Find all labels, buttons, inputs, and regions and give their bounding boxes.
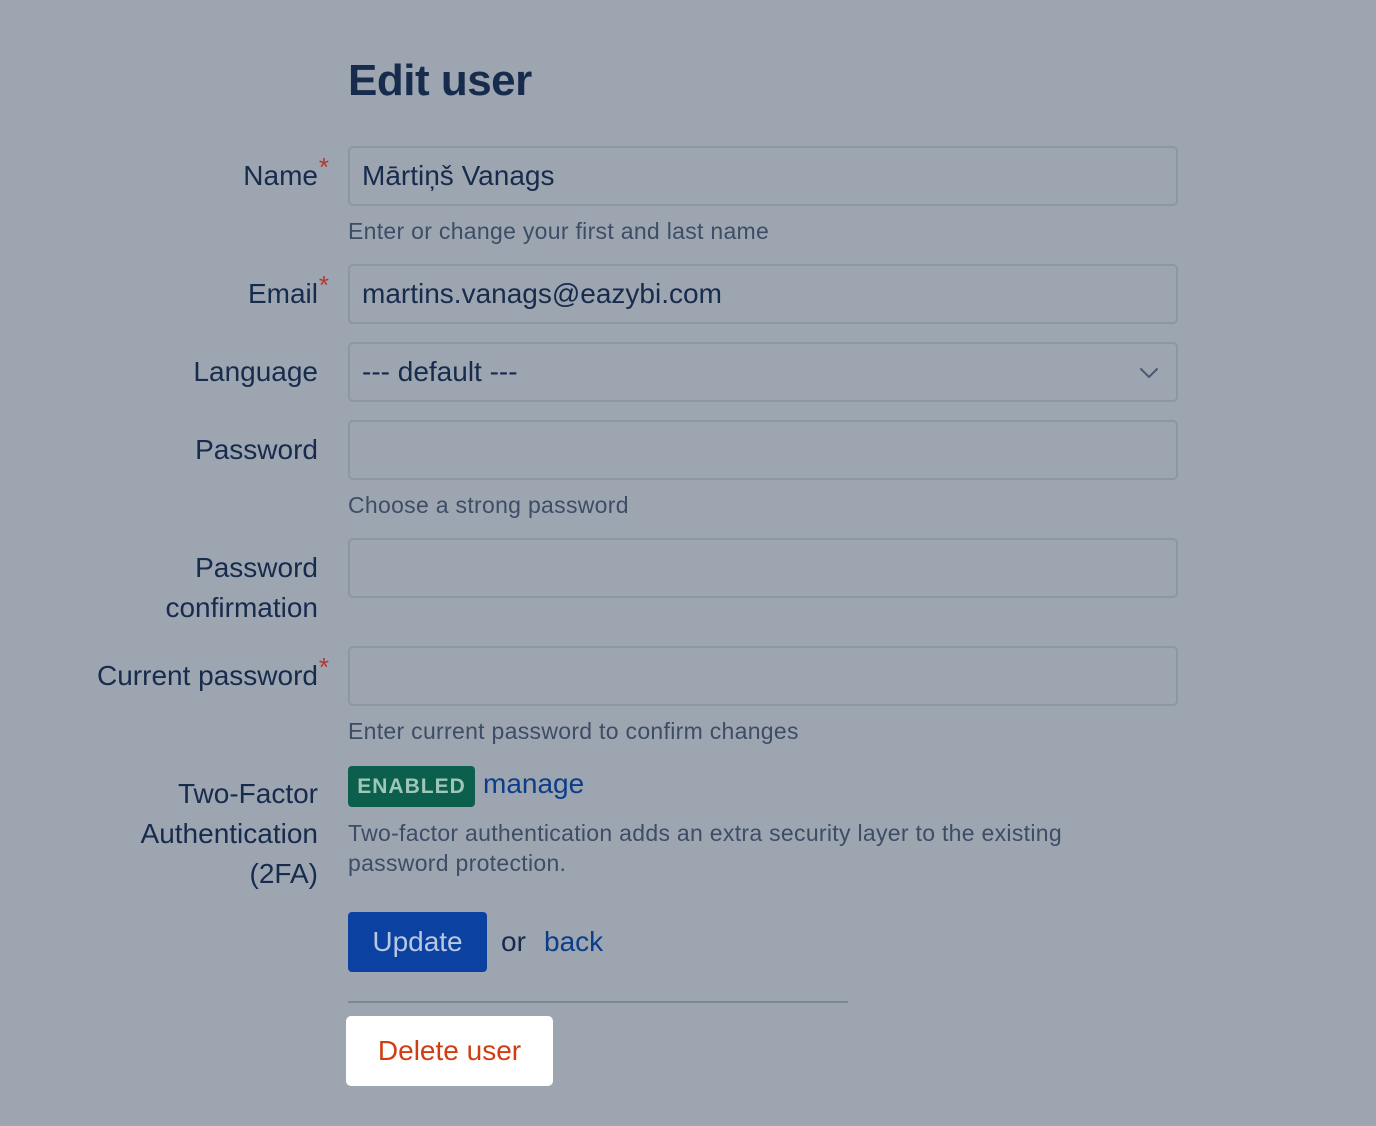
password-input[interactable] [348,420,1178,480]
language-label: Language [193,356,318,387]
back-link[interactable]: back [544,922,603,962]
two-factor-help-text: Two-factor authentication adds an extra … [348,818,1062,878]
two-factor-label-line1: Two-Factor [177,778,318,809]
two-factor-status-badge: ENABLED [348,766,475,807]
or-text: or [501,926,526,957]
two-factor-label-line3: (2FA) [249,858,318,889]
name-help-text: Enter or change your first and last name [348,218,770,244]
delete-user-button[interactable]: Delete user [346,1016,553,1086]
current-password-input[interactable] [348,646,1178,706]
password-confirmation-label: Password confirmation [165,548,318,628]
update-button[interactable]: Update [348,912,487,972]
chevron-down-icon [1140,368,1158,378]
password-confirmation-label-line1: Password [195,552,318,583]
name-required-mark: * [318,152,329,182]
current-password-help-text: Enter current password to confirm change… [348,718,799,744]
current-password-label: Current password [97,660,318,691]
two-factor-label-line2: Authentication [140,818,318,849]
password-label: Password [195,434,318,465]
name-label: Name [243,160,318,191]
divider [348,1001,848,1003]
password-help-text: Choose a strong password [348,492,629,518]
password-confirmation-label-line2: confirmation [165,592,318,623]
language-select[interactable]: --- default --- [348,342,1178,402]
language-select-value: --- default --- [362,356,518,387]
current-password-required-mark: * [318,652,329,682]
name-input[interactable] [348,146,1178,206]
email-label: Email [247,278,318,309]
two-factor-manage-link[interactable]: manage [483,764,584,804]
two-factor-help-line1: Two-factor authentication adds an extra … [348,820,1062,846]
two-factor-help-line2: password protection. [348,850,567,876]
email-required-mark: * [318,270,329,300]
password-confirmation-input[interactable] [348,538,1178,598]
email-input[interactable] [348,264,1178,324]
two-factor-label: Two-Factor Authentication (2FA) [141,774,318,894]
page-title: Edit user [348,56,532,105]
